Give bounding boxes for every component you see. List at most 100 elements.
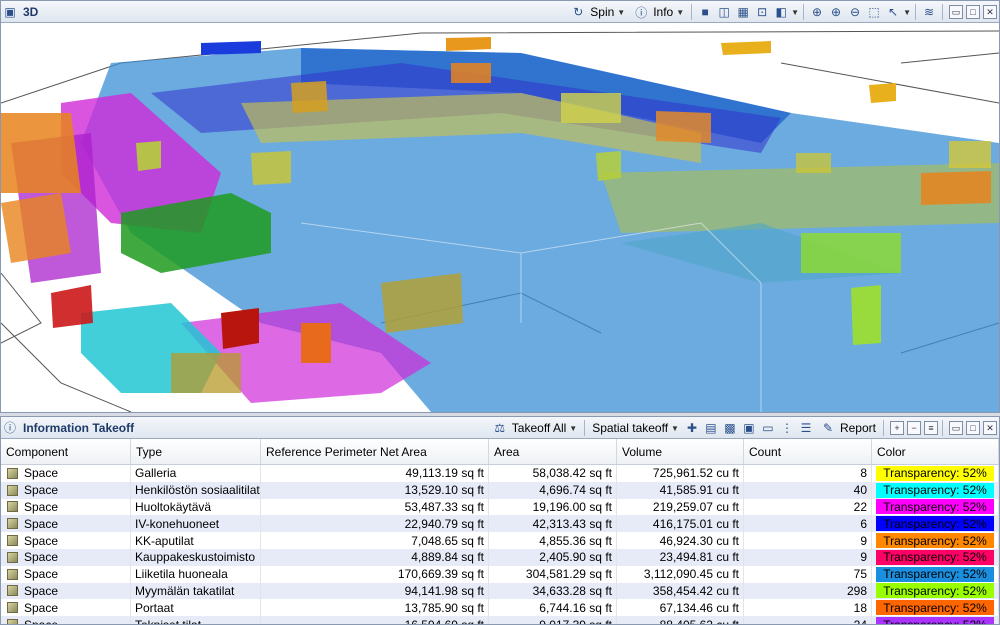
- table-row[interactable]: Space IV-konehuoneet 22,940.79 sq ft 42,313…: [1, 515, 999, 533]
- hidden-line-icon[interactable]: ▦: [735, 4, 751, 20]
- color-swatch[interactable]: Transparency: 52%: [876, 533, 994, 549]
- color-swatch[interactable]: Transparency: 52%: [876, 600, 994, 616]
- space-component-icon: [7, 484, 18, 496]
- component-label: Space: [24, 600, 59, 615]
- info-button[interactable]: ⓘ Info ▼: [629, 3, 687, 21]
- component-label: Space: [24, 466, 59, 481]
- 3d-model-viewport[interactable]: [1, 23, 999, 412]
- column-header-area[interactable]: Area: [489, 439, 617, 464]
- open-folder-icon[interactable]: ▤: [703, 420, 719, 436]
- column-header-component[interactable]: Component: [1, 439, 131, 464]
- table-row[interactable]: Space KK-aputilat 7,048.65 sq ft 4,855.36 s…: [1, 532, 999, 549]
- area-cell: 2,405.90 sq ft: [489, 548, 617, 566]
- component-label: Space: [24, 483, 59, 498]
- color-swatch[interactable]: Transparency: 52%: [876, 499, 994, 515]
- area-cell: 6,744.16 sq ft: [489, 599, 617, 617]
- table-row[interactable]: Space Huoltokäytävä 53,487.33 sq ft 19,196.…: [1, 498, 999, 516]
- maximize-window-icon[interactable]: □: [966, 5, 980, 19]
- layers-icon[interactable]: ≋: [921, 4, 937, 20]
- zoom-window-icon[interactable]: ⬚: [866, 4, 882, 20]
- component-cell: Space: [1, 582, 131, 600]
- color-swatch[interactable]: Transparency: 52%: [876, 482, 994, 498]
- takeoff-all-button[interactable]: ⚖ Takeoff All ▼: [488, 419, 580, 437]
- close-window-icon[interactable]: ✕: [983, 421, 997, 435]
- table-row[interactable]: Space Portaat 13,785.90 sq ft 6,744.16 sq f…: [1, 599, 999, 617]
- component-cell: Space: [1, 565, 131, 583]
- table-row[interactable]: Space Tekniset tilat 16,594.69 sq ft 9,017.…: [1, 616, 999, 624]
- spatial-takeoff-button[interactable]: Spatial takeoff ▼: [589, 419, 682, 437]
- component-cell: Space: [1, 548, 131, 566]
- count-cell: 24: [744, 616, 872, 624]
- grid-icon[interactable]: ▩: [722, 420, 738, 436]
- info-icon: ⓘ: [635, 5, 648, 20]
- list-icon[interactable]: ☰: [798, 420, 814, 436]
- color-swatch[interactable]: Transparency: 52%: [876, 465, 994, 481]
- toolbar-divider: [915, 4, 916, 20]
- cube-view-icon: ▣: [4, 4, 16, 19]
- new-icon[interactable]: ✚: [684, 420, 700, 436]
- collapse-all-icon[interactable]: −: [907, 421, 921, 435]
- count-cell: 9: [744, 548, 872, 566]
- color-swatch[interactable]: Transparency: 52%: [876, 583, 994, 599]
- color-swatch[interactable]: Transparency: 52%: [876, 516, 994, 532]
- type-cell: Tekniset tilat: [131, 616, 261, 624]
- chevron-down-icon[interactable]: ▼: [903, 8, 911, 17]
- wireframe-view-icon[interactable]: ◫: [716, 4, 732, 20]
- column-header-volume[interactable]: Volume: [617, 439, 744, 464]
- section-box-icon[interactable]: ⊡: [754, 4, 770, 20]
- perimeter-cell: 53,487.33 sq ft: [261, 498, 489, 516]
- volume-cell: 23,494.81 cu ft: [617, 548, 744, 566]
- folder-icon[interactable]: ▭: [760, 420, 776, 436]
- column-header-perimeter[interactable]: Reference Perimeter Net Area: [261, 439, 489, 464]
- close-window-icon[interactable]: ✕: [983, 5, 997, 19]
- count-cell: 8: [744, 465, 872, 482]
- component-cell: Space: [1, 532, 131, 549]
- component-label: Space: [24, 533, 59, 548]
- expand-all-icon[interactable]: +: [890, 421, 904, 435]
- maximize-window-icon[interactable]: □: [966, 421, 980, 435]
- zoom-in-icon[interactable]: ⊕: [828, 4, 844, 20]
- zoom-fit-icon[interactable]: ⊕: [809, 4, 825, 20]
- space-component-icon: [7, 619, 18, 624]
- spin-button[interactable]: ↻ Spin ▼: [566, 3, 628, 21]
- solid-view-icon[interactable]: ■: [697, 4, 713, 20]
- component-label: Space: [24, 583, 59, 598]
- color-swatch[interactable]: Transparency: 52%: [876, 617, 994, 624]
- perimeter-cell: 170,669.39 sq ft: [261, 565, 489, 583]
- table-row[interactable]: Space Liiketila huoneala 170,669.39 sq ft 3…: [1, 565, 999, 583]
- table-row[interactable]: Space Myymälän takatilat 94,141.98 sq ft 34…: [1, 582, 999, 600]
- tree-icon[interactable]: ⋮: [779, 420, 795, 436]
- table-row[interactable]: Space Henkilöstön sosiaalitilat 13,529.10 …: [1, 481, 999, 499]
- chevron-down-icon: ▼: [617, 7, 626, 17]
- volume-cell: 219,259.07 cu ft: [617, 498, 744, 516]
- chevron-down-icon[interactable]: ▼: [791, 8, 799, 17]
- component-cell: Space: [1, 465, 131, 482]
- color-swatch[interactable]: Transparency: 52%: [876, 566, 994, 582]
- toolbar-divider: [803, 4, 805, 20]
- toolbar-divider: [942, 420, 943, 436]
- type-cell: Portaat: [131, 599, 261, 617]
- space-component-icon: [7, 467, 18, 479]
- report-icon: ✎: [822, 421, 833, 435]
- color-swatch[interactable]: Transparency: 52%: [876, 549, 994, 565]
- select-pointer-icon[interactable]: ↖: [885, 4, 901, 20]
- column-header-color[interactable]: Color: [872, 439, 999, 464]
- restore-window-icon[interactable]: ▭: [949, 421, 963, 435]
- table-row[interactable]: Space Galleria 49,113.19 sq ft 58,038.42 sq…: [1, 465, 999, 482]
- component-cell: Space: [1, 616, 131, 624]
- render-mode-icon[interactable]: ◧: [773, 4, 789, 20]
- perimeter-cell: 13,785.90 sq ft: [261, 599, 489, 617]
- 3d-view-title: 3D: [23, 4, 39, 19]
- restore-window-icon[interactable]: ▭: [949, 5, 963, 19]
- column-header-type[interactable]: Type: [131, 439, 261, 464]
- report-button[interactable]: ✎ Report: [816, 419, 879, 437]
- spin-icon: ↻: [573, 5, 584, 19]
- color-cell: Transparency: 52%: [872, 599, 999, 617]
- save-icon[interactable]: ▣: [741, 420, 757, 436]
- table-row[interactable]: Space Kauppakeskustoimisto 4,889.84 sq ft 2…: [1, 548, 999, 566]
- count-cell: 9: [744, 532, 872, 549]
- zoom-out-icon[interactable]: ⊖: [847, 4, 863, 20]
- column-header-count[interactable]: Count: [744, 439, 872, 464]
- type-cell: Galleria: [131, 465, 261, 482]
- columns-icon[interactable]: ≡: [924, 421, 938, 435]
